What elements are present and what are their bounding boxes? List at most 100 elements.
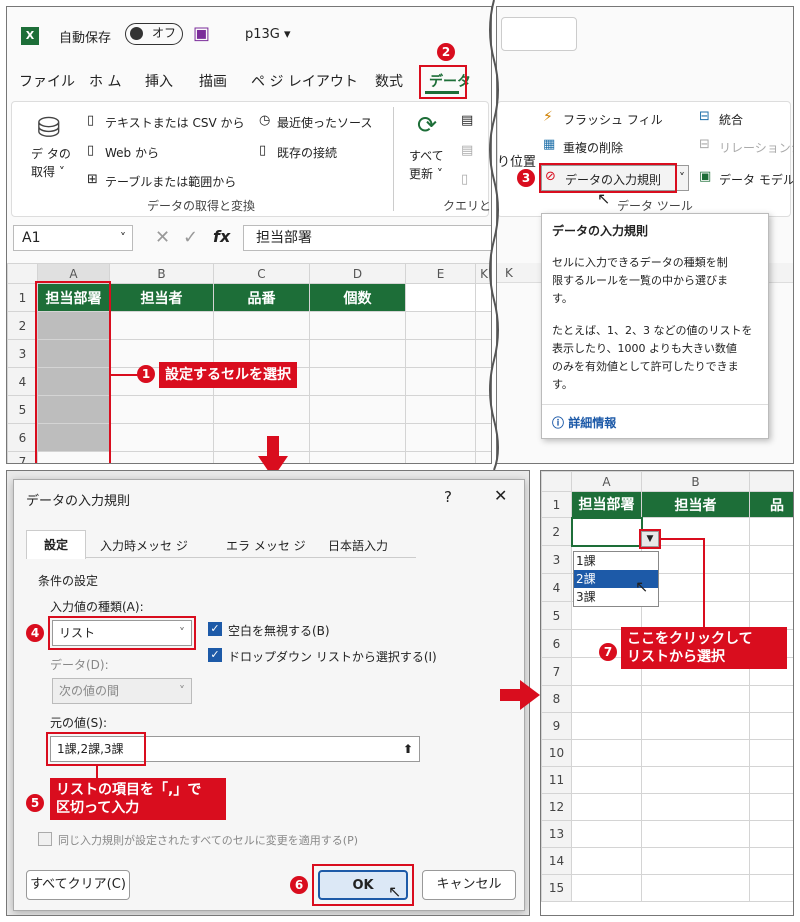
cell[interactable] — [749, 766, 793, 794]
cell[interactable] — [109, 423, 214, 452]
ribbon-web[interactable]: Web から — [105, 144, 159, 161]
col-header-b[interactable]: B — [641, 471, 750, 492]
cell[interactable] — [749, 712, 793, 740]
namebox[interactable]: A1 ˅ — [13, 225, 133, 251]
row-header[interactable]: 2 — [7, 311, 38, 340]
row-header[interactable]: 7 — [541, 657, 572, 686]
cell[interactable] — [641, 766, 750, 794]
col-header-b[interactable]: B — [109, 263, 214, 284]
row-header[interactable]: 13 — [541, 820, 572, 848]
cell[interactable] — [641, 793, 750, 821]
cell[interactable] — [641, 685, 750, 713]
corner-cell[interactable] — [7, 263, 38, 284]
cell[interactable] — [749, 793, 793, 821]
autosave-toggle[interactable]: オフ — [125, 23, 183, 45]
tab-error-message[interactable]: エラ メッセ ジ — [226, 537, 306, 554]
row-header[interactable]: 1 — [7, 283, 38, 312]
cell[interactable] — [405, 423, 476, 452]
list-item[interactable]: 1課 — [574, 552, 658, 570]
cancel-button[interactable]: キャンセル — [422, 870, 516, 900]
tab-home[interactable]: ホ ム — [89, 71, 121, 91]
cell[interactable] — [309, 451, 406, 463]
header-cell[interactable]: 担当者 — [109, 283, 214, 312]
cell[interactable] — [749, 820, 793, 848]
row-header[interactable]: 6 — [7, 423, 38, 452]
tooltip-more-link[interactable]: ⓘ 詳細情報 — [552, 414, 616, 432]
cell[interactable] — [641, 847, 750, 875]
row-header[interactable]: 9 — [541, 712, 572, 740]
tab-ime[interactable]: 日本語入力 — [328, 537, 388, 554]
ribbon-flash-fill[interactable]: フラッシュ フィル — [563, 111, 663, 128]
cell[interactable] — [749, 847, 793, 875]
cell[interactable] — [641, 874, 750, 902]
cell[interactable] — [109, 451, 214, 463]
cell[interactable] — [309, 367, 406, 396]
header-cell[interactable]: 品番 — [213, 283, 310, 312]
header-cell[interactable]: 担当部署 — [571, 491, 642, 518]
row-header[interactable]: 4 — [7, 367, 38, 396]
row-header[interactable]: 5 — [7, 395, 38, 424]
cell[interactable] — [570, 516, 643, 547]
row-header[interactable]: 8 — [541, 685, 572, 713]
collapse-dialog-icon[interactable]: ⬆ — [403, 737, 413, 761]
col-header-a[interactable]: A — [571, 471, 642, 492]
ribbon-existing-connections[interactable]: 既存の接続 — [277, 144, 337, 161]
row-header[interactable]: 1 — [541, 491, 572, 518]
cell[interactable] — [309, 423, 406, 452]
row-header[interactable]: 10 — [541, 739, 572, 767]
ribbon-remove-duplicates[interactable]: 重複の削除 — [563, 139, 623, 156]
cell[interactable] — [571, 847, 642, 875]
cell[interactable] — [405, 339, 476, 368]
cell[interactable] — [749, 545, 793, 574]
col-header-c[interactable] — [749, 471, 793, 492]
ignore-blank-checkbox[interactable]: ✓ — [208, 622, 222, 636]
row-header[interactable]: 3 — [7, 339, 38, 368]
cell[interactable] — [641, 739, 750, 767]
cell[interactable] — [749, 685, 793, 713]
cell[interactable] — [641, 712, 750, 740]
ribbon-recent-sources[interactable]: 最近使ったソース — [277, 114, 372, 131]
cell[interactable] — [109, 395, 214, 424]
cell[interactable] — [571, 820, 642, 848]
dropdown-checkbox[interactable]: ✓ — [208, 648, 222, 662]
data-select[interactable]: 次の値の間 ˅ — [52, 678, 192, 704]
validation-dropdown-icon[interactable]: ˅ — [679, 171, 685, 185]
col-header-c[interactable]: C — [213, 263, 310, 284]
row-header[interactable]: 7 — [7, 451, 38, 463]
tab-input-message[interactable]: 入力時メッセ ジ — [100, 537, 188, 554]
cell[interactable] — [571, 685, 642, 713]
cell[interactable] — [109, 311, 214, 340]
cell[interactable] — [405, 283, 476, 312]
apply-all-checkbox[interactable] — [38, 832, 52, 846]
cell[interactable] — [749, 739, 793, 767]
cell[interactable] — [309, 395, 406, 424]
tab-file[interactable]: ファイル — [19, 71, 75, 91]
cell[interactable] — [749, 573, 793, 602]
row-header[interactable]: 11 — [541, 766, 572, 794]
header-cell[interactable]: 個数 — [309, 283, 406, 312]
cell[interactable] — [213, 311, 310, 340]
tab-draw[interactable]: 描画 — [199, 71, 227, 91]
row-header[interactable]: 5 — [541, 601, 572, 630]
cell[interactable] — [213, 395, 310, 424]
tab-settings[interactable]: 設定 — [26, 530, 86, 559]
cell[interactable] — [571, 766, 642, 794]
cell[interactable] — [571, 793, 642, 821]
filename[interactable]: p13G ▾ — [245, 27, 291, 42]
cell[interactable] — [405, 311, 476, 340]
ribbon-relations[interactable]: リレーションシ — [719, 139, 793, 156]
row-header[interactable]: 14 — [541, 847, 572, 875]
row-header[interactable]: 12 — [541, 793, 572, 821]
tab-insert[interactable]: 挿入 — [145, 71, 173, 91]
row-header[interactable]: 6 — [541, 629, 572, 658]
cell[interactable] — [749, 874, 793, 902]
ribbon-data-model[interactable]: データ モデル — [719, 171, 793, 188]
header-cell[interactable]: 品 — [749, 491, 793, 518]
header-cell[interactable]: 担当者 — [641, 491, 750, 518]
col-header-k2[interactable]: K — [505, 266, 513, 280]
row-header[interactable]: 15 — [541, 874, 572, 902]
fx-icon[interactable]: fx — [213, 227, 230, 246]
row-header[interactable]: 4 — [541, 573, 572, 602]
ribbon-consolidate[interactable]: 統合 — [719, 111, 743, 128]
close-icon[interactable]: ✕ — [494, 486, 507, 505]
